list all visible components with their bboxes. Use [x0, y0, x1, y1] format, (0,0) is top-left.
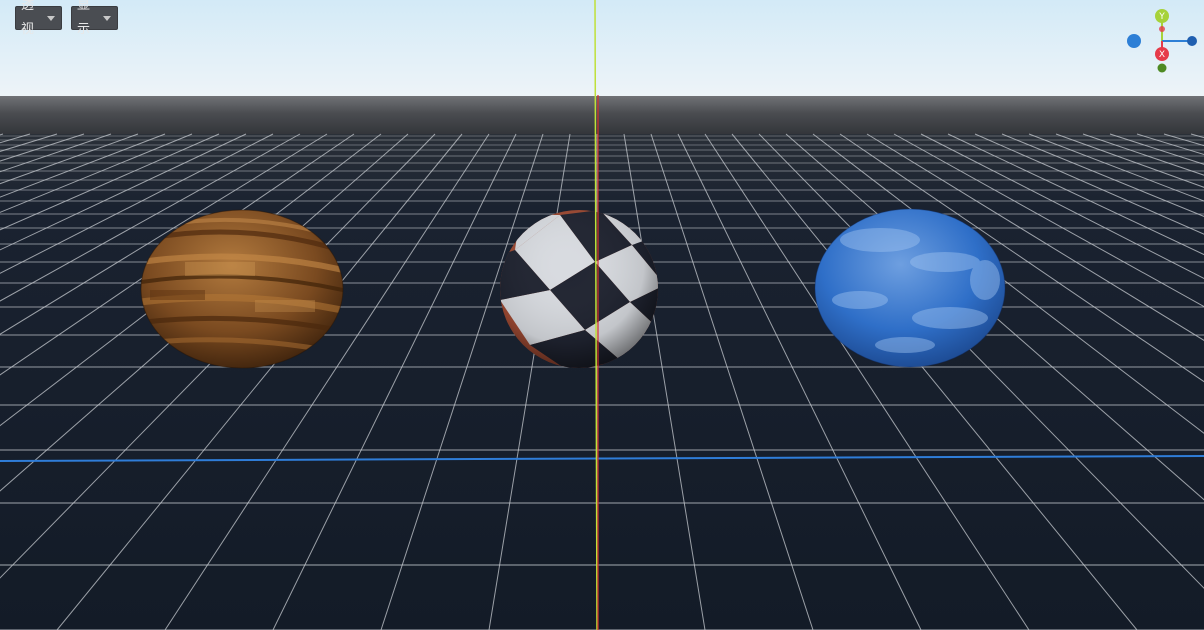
chevron-down-icon	[103, 15, 111, 21]
y-axis-label: Y	[1158, 12, 1165, 22]
water-sphere[interactable]	[814, 208, 1006, 368]
floor	[0, 134, 1204, 630]
z-axis-negative-handle[interactable]	[1127, 34, 1141, 48]
x-axis-label: X	[1159, 50, 1165, 60]
chevron-down-icon	[47, 15, 55, 21]
y-axis-negative-handle[interactable]	[1157, 63, 1167, 73]
view-mode-label: 透视	[21, 0, 35, 37]
display-label: 显示	[77, 0, 91, 37]
z-axis-handle[interactable]	[1187, 36, 1197, 46]
orientation-gizmo[interactable]: Y X	[1118, 4, 1202, 76]
scene-viewport[interactable]	[0, 0, 1204, 630]
display-dropdown[interactable]: 显示	[71, 0, 118, 37]
view-mode-dropdown[interactable]: 透视	[15, 0, 62, 37]
wood-sphere[interactable]	[140, 209, 344, 369]
sky	[0, 0, 1204, 98]
